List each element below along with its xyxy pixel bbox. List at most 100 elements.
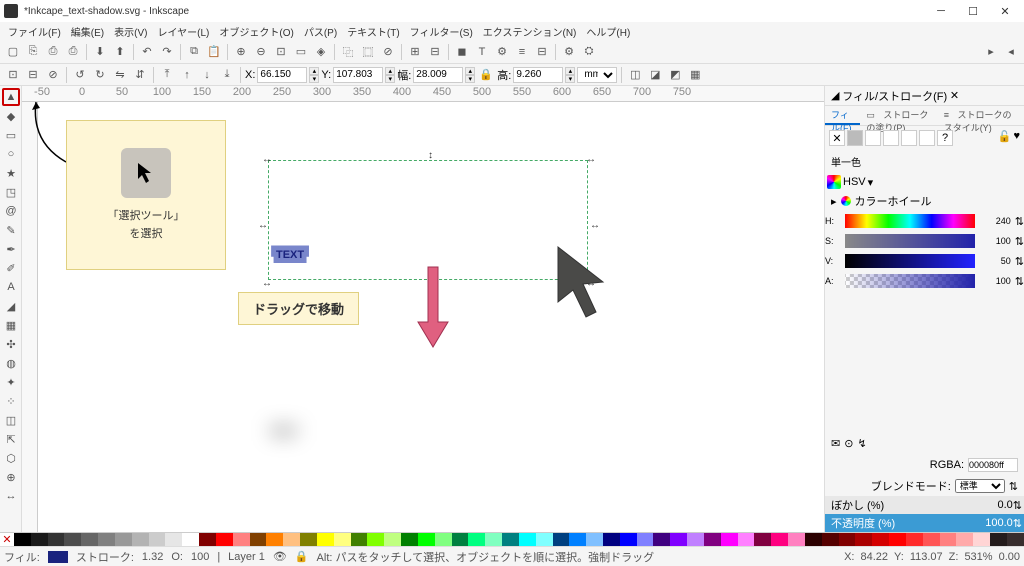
color-swatch[interactable] xyxy=(653,533,670,546)
menu-extensions[interactable]: エクステンション(N) xyxy=(479,23,581,40)
node-tool[interactable]: ◆ xyxy=(2,107,20,125)
close-button[interactable]: ✕ xyxy=(990,1,1020,21)
rgba-input[interactable] xyxy=(968,458,1018,472)
layer-indicator[interactable]: Layer 1 xyxy=(228,551,265,563)
panel-close-icon[interactable]: ✕ xyxy=(950,89,959,102)
align-icon[interactable]: ⊟ xyxy=(533,43,551,61)
import-icon[interactable]: ⬇ xyxy=(91,43,109,61)
layers-icon[interactable]: ≡ xyxy=(513,43,531,61)
y-dn[interactable]: ▾ xyxy=(385,75,395,83)
export-icon[interactable]: ⬆ xyxy=(111,43,129,61)
color-swatch[interactable] xyxy=(250,533,267,546)
color-swatch[interactable] xyxy=(771,533,788,546)
text-icon[interactable]: T xyxy=(473,43,491,61)
color-swatch[interactable] xyxy=(351,533,368,546)
minimize-button[interactable]: ─ xyxy=(926,1,956,21)
mode-swatch[interactable] xyxy=(919,130,935,146)
menu-layer[interactable]: レイヤー(L) xyxy=(153,23,213,40)
copy-icon[interactable]: ⧉ xyxy=(185,43,203,61)
color-swatch[interactable] xyxy=(973,533,990,546)
layer-vis-icon[interactable]: 👁 xyxy=(273,550,287,563)
rotate-cw-icon[interactable]: ↻ xyxy=(91,66,109,84)
menu-help[interactable]: ヘルプ(H) xyxy=(582,23,634,40)
color-swatch[interactable] xyxy=(889,533,906,546)
color-swatch[interactable] xyxy=(132,533,149,546)
ungroup-icon[interactable]: ⊟ xyxy=(426,43,444,61)
mode-pattern[interactable] xyxy=(901,130,917,146)
color-wheel-row[interactable]: ▸ カラーホイール xyxy=(825,191,1024,211)
mode-none[interactable]: ✕ xyxy=(829,130,845,146)
scale-stroke-icon[interactable]: ◫ xyxy=(626,66,644,84)
menu-edit[interactable]: 編集(E) xyxy=(67,23,108,40)
x-input[interactable] xyxy=(257,67,307,83)
sat-slider[interactable] xyxy=(845,234,975,248)
group-icon[interactable]: ⊞ xyxy=(406,43,424,61)
color-swatch[interactable] xyxy=(233,533,250,546)
color-swatch[interactable] xyxy=(266,533,283,546)
x-up[interactable]: ▴ xyxy=(309,67,319,75)
color-swatch[interactable] xyxy=(384,533,401,546)
ellipse-tool[interactable]: ○ xyxy=(2,145,20,163)
color-swatch[interactable] xyxy=(637,533,654,546)
new-icon[interactable]: ▢ xyxy=(4,43,22,61)
tweak-tool[interactable]: ✦ xyxy=(2,373,20,391)
color-swatch[interactable] xyxy=(149,533,166,546)
color-swatch[interactable] xyxy=(940,533,957,546)
dropper2-icon[interactable]: ⊙ xyxy=(844,437,853,450)
color-swatch[interactable] xyxy=(586,533,603,546)
color-swatch[interactable] xyxy=(603,533,620,546)
open-icon[interactable]: ⎘ xyxy=(24,43,42,61)
handle-l[interactable]: ↔ xyxy=(258,220,266,228)
color-swatch[interactable] xyxy=(536,533,553,546)
alpha-slider[interactable] xyxy=(845,274,975,288)
blend-spin[interactable]: ⇅ xyxy=(1009,480,1018,493)
unlink-icon[interactable]: ⊘ xyxy=(379,43,397,61)
flip-h-icon[interactable]: ⇋ xyxy=(111,66,129,84)
h-up[interactable]: ▴ xyxy=(565,67,575,75)
scale-corners-icon[interactable]: ◪ xyxy=(646,66,664,84)
fill-swatch[interactable] xyxy=(48,551,68,563)
menu-object[interactable]: オブジェクト(O) xyxy=(215,23,297,40)
connector-tool[interactable]: ⇱ xyxy=(2,430,20,448)
raise-icon[interactable]: ↑ xyxy=(178,66,196,84)
blur-row[interactable]: ぼかし (%)0.0⇅ xyxy=(825,496,1024,514)
zoom-tool[interactable]: ⊕ xyxy=(2,468,20,486)
color-swatch[interactable] xyxy=(64,533,81,546)
color-swatch[interactable] xyxy=(14,533,31,546)
menu-text[interactable]: テキスト(T) xyxy=(343,23,403,40)
picker-icon[interactable]: ✉ xyxy=(831,437,840,450)
color-swatch[interactable] xyxy=(620,533,637,546)
color-swatch[interactable] xyxy=(165,533,182,546)
handle-r[interactable]: ↔ xyxy=(590,220,598,228)
lock-icon[interactable]: 🔒 xyxy=(477,66,495,84)
rotation-value[interactable]: 0.00 xyxy=(999,551,1020,563)
color-swatch[interactable] xyxy=(906,533,923,546)
star-tool[interactable]: ★ xyxy=(2,164,20,182)
color-swatch[interactable] xyxy=(98,533,115,546)
menu-path[interactable]: パス(P) xyxy=(300,23,341,40)
select-all-icon[interactable]: ⊡ xyxy=(4,66,22,84)
menu-filters[interactable]: フィルター(S) xyxy=(406,23,477,40)
text-tool[interactable]: A xyxy=(2,278,20,296)
paste-icon[interactable]: 📋 xyxy=(205,43,223,61)
lpe-tool[interactable]: ⬡ xyxy=(2,449,20,467)
color-swatch[interactable] xyxy=(334,533,351,546)
handle-tr[interactable]: ↔ xyxy=(586,154,594,162)
mode-unknown[interactable]: ? xyxy=(937,130,953,146)
hsv-dropdown-icon[interactable]: ▾ xyxy=(868,176,874,189)
color-swatch[interactable] xyxy=(956,533,973,546)
color-swatch[interactable] xyxy=(300,533,317,546)
color-swatch[interactable] xyxy=(872,533,889,546)
zoom-out-icon[interactable]: ⊖ xyxy=(252,43,270,61)
duplicate-icon[interactable]: ⿻ xyxy=(339,43,357,61)
y-up[interactable]: ▴ xyxy=(385,67,395,75)
pencil-tool[interactable]: ✎ xyxy=(2,221,20,239)
color-swatch[interactable] xyxy=(990,533,1007,546)
bucket-tool[interactable]: ◍ xyxy=(2,354,20,372)
zoom-page-icon[interactable]: ▭ xyxy=(292,43,310,61)
eraser-tool[interactable]: ◫ xyxy=(2,411,20,429)
rotate-ccw-icon[interactable]: ↺ xyxy=(71,66,89,84)
unit-select[interactable]: mm xyxy=(577,67,617,83)
move-gradient-icon[interactable]: ◩ xyxy=(666,66,684,84)
color-swatch[interactable] xyxy=(182,533,199,546)
